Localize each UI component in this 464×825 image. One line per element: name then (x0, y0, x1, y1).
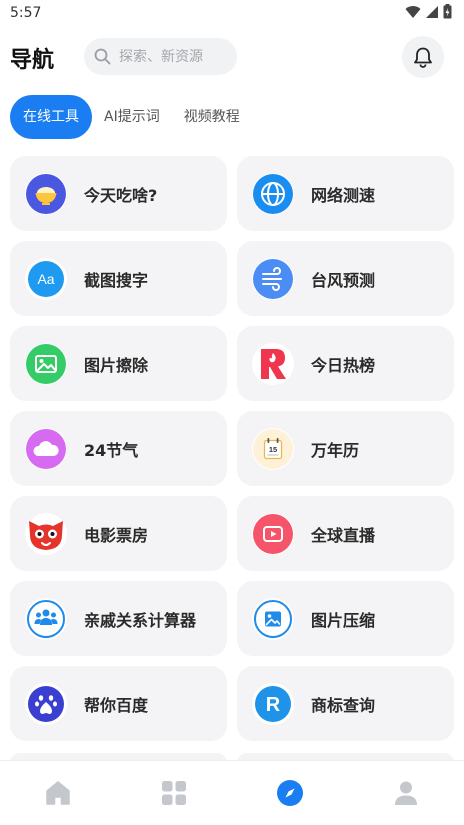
category-tabs: 在线工具 AI提示词 视频教程 (10, 95, 252, 139)
hot-list-icon (261, 348, 286, 379)
bell-icon (414, 47, 432, 68)
tool-card-image-compress[interactable]: 图片压缩 (237, 581, 454, 656)
nav-apps[interactable] (116, 761, 232, 825)
tool-card-calendar[interactable]: 15 万年历 (237, 411, 454, 486)
tool-card-what-to-eat[interactable]: 今天吃啥? (10, 156, 227, 231)
tool-label: 帮你百度 (84, 695, 149, 715)
image-compress-icon (254, 599, 292, 638)
home-icon (46, 781, 70, 805)
battery-icon (443, 4, 452, 19)
tool-card-speed-test[interactable]: 网络测速 (237, 156, 454, 231)
tool-card-screenshot-ocr[interactable]: Aa 截图搜字 (10, 241, 227, 316)
tool-card-image-erase[interactable]: 图片擦除 (10, 326, 227, 401)
image-erase-icon (26, 343, 66, 384)
tool-label: 万年历 (311, 440, 360, 460)
search-bar[interactable] (84, 38, 237, 75)
tool-card-global-live[interactable]: 全球直播 (237, 496, 454, 571)
globe-icon (253, 173, 293, 214)
tool-label: 网络测速 (311, 185, 376, 205)
calendar-icon: 15 (253, 428, 293, 469)
tool-label: 图片压缩 (311, 610, 376, 630)
tool-label: 亲戚关系计算器 (84, 610, 197, 630)
tool-label: 今日热榜 (311, 355, 376, 375)
paw-icon (28, 685, 64, 722)
status-icons (405, 4, 452, 19)
trademark-icon: R (255, 685, 291, 722)
tool-label: 商标查询 (311, 695, 376, 715)
nav-discover[interactable] (232, 761, 348, 825)
cloud-icon (26, 428, 66, 469)
notification-button[interactable] (402, 36, 444, 78)
rice-bowl-icon (26, 173, 66, 214)
tool-card-box-office[interactable]: 电影票房 (10, 496, 227, 571)
text-icon-letters: Aa (37, 271, 54, 287)
wifi-icon (405, 5, 421, 18)
text-aa-icon: Aa (28, 260, 64, 297)
tool-card-baidu-for-you[interactable]: 帮你百度 (10, 666, 227, 741)
tool-label: 截图搜字 (84, 270, 149, 290)
trademark-letter: R (266, 694, 281, 716)
nav-home[interactable] (0, 761, 116, 825)
tool-card-typhoon-forecast[interactable]: 台风预测 (237, 241, 454, 316)
tool-label: 电影票房 (84, 525, 149, 545)
tab-online-tools[interactable]: 在线工具 (10, 95, 92, 139)
tool-label: 24节气 (84, 440, 139, 460)
tool-label: 今天吃啥? (84, 185, 158, 205)
profile-icon (395, 781, 417, 805)
page-title: 导航 (10, 48, 55, 73)
relatives-icon (27, 599, 65, 638)
tool-card-trademark-search[interactable]: R 商标查询 (237, 666, 454, 741)
tool-grid: 今天吃啥? 网络测速 Aa 截图搜字 台风预测 图片擦除 今日热榜 24节气 1… (10, 156, 454, 741)
compass-icon (277, 780, 303, 806)
header: 导航 (0, 36, 464, 78)
tool-card-trending[interactable]: 今日热榜 (237, 326, 454, 401)
tool-card-solar-terms[interactable]: 24节气 (10, 411, 227, 486)
bottom-nav (0, 760, 464, 825)
search-input[interactable] (119, 48, 229, 65)
tool-card-relatives-calculator[interactable]: 亲戚关系计算器 (10, 581, 227, 656)
tab-video-tutorials[interactable]: 视频教程 (172, 95, 252, 139)
cat-face-icon (29, 520, 63, 550)
calendar-day: 15 (269, 445, 277, 454)
tool-label: 台风预测 (311, 270, 376, 290)
status-time: 5:57 (10, 5, 42, 21)
tool-label: 全球直播 (311, 525, 376, 545)
signal-icon (426, 5, 438, 18)
tool-label: 图片擦除 (84, 355, 149, 375)
wind-icon (253, 258, 293, 299)
tab-ai-prompts[interactable]: AI提示词 (92, 95, 172, 139)
nav-profile[interactable] (348, 761, 464, 825)
search-icon (94, 48, 111, 65)
status-bar: 5:57 (0, 0, 464, 26)
grid-icon (162, 781, 186, 805)
live-play-icon (253, 513, 293, 554)
